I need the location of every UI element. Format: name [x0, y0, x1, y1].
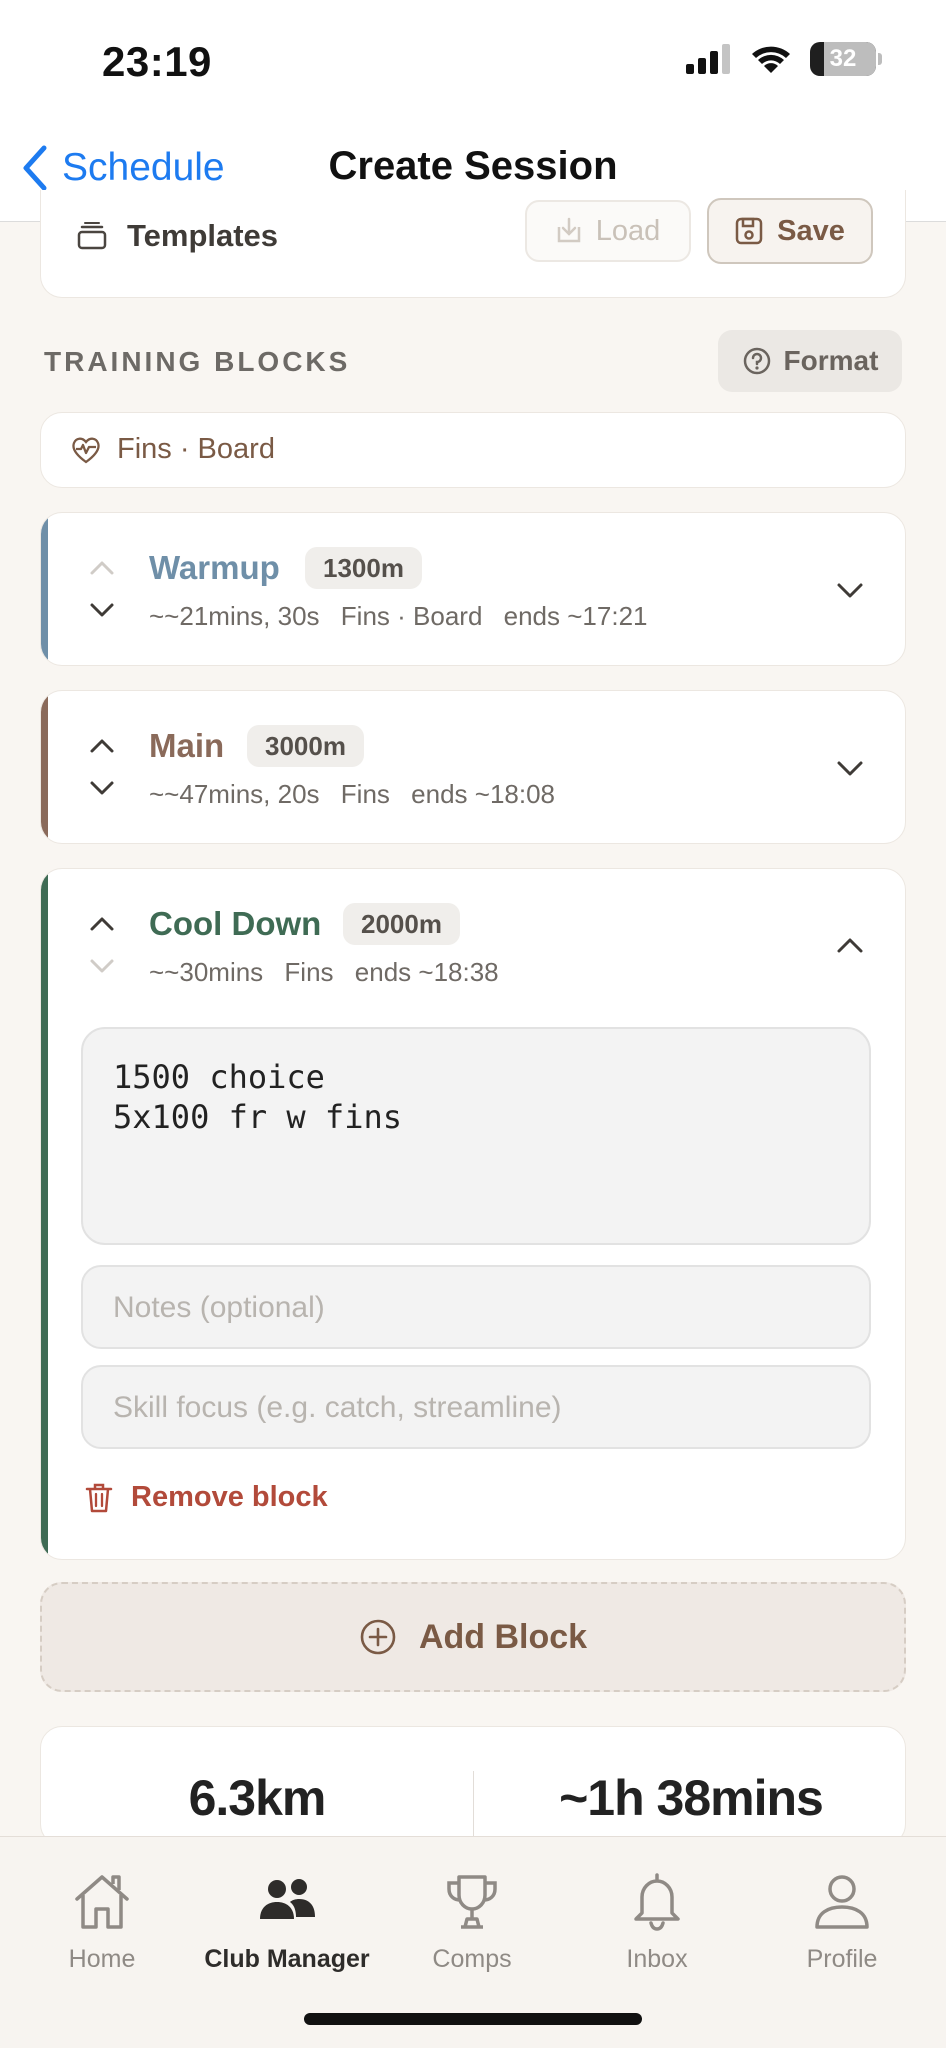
workout-textarea[interactable]: 1500 choice 5x100 fr w fins: [81, 1027, 871, 1245]
block-accent: [41, 869, 48, 1559]
tab-club-manager[interactable]: Club Manager: [197, 1869, 377, 1974]
trophy-icon: [447, 1875, 497, 1929]
block-distance-badge: 2000m: [343, 903, 460, 945]
block-cool-down[interactable]: Cool Down 2000m ~~30mins Fins ends ~18:3…: [40, 868, 906, 1560]
tab-home[interactable]: Home: [12, 1869, 192, 1974]
stack-icon: [77, 222, 107, 250]
person-icon: [815, 1875, 869, 1929]
plus-circle-icon: [360, 1619, 396, 1655]
block-duration: ~~30mins: [149, 957, 264, 987]
block-meta: ~~47mins, 20s Fins ends ~18:08: [149, 779, 569, 810]
equipment-summary-card: Fins · Board: [40, 412, 906, 488]
block-distance-badge: 3000m: [247, 725, 364, 767]
equipment-summary-row: Fins · Board: [71, 433, 275, 466]
templates-label-row: Templates: [77, 218, 278, 254]
block-meta: ~~30mins Fins ends ~18:38: [149, 957, 513, 988]
block-name: Main: [149, 727, 225, 764]
signal-icon: [686, 44, 730, 74]
load-template-button[interactable]: Load: [525, 200, 691, 262]
block-meta: ~~21mins, 30s Fins · Board ends ~17:21: [149, 601, 662, 632]
question-circle-icon: [743, 347, 770, 375]
status-bar: 23:19 32: [0, 0, 946, 126]
block-end-time: ends ~18:08: [411, 779, 556, 809]
remove-block-button[interactable]: Remove block: [85, 1481, 328, 1514]
chevron-up-icon[interactable]: [833, 929, 867, 963]
block-end-time: ends ~17:21: [503, 601, 648, 631]
block-duration: ~~47mins, 20s: [149, 779, 320, 809]
tab-label: Home: [68, 1945, 136, 1973]
block-duration: ~~21mins, 30s: [149, 601, 320, 631]
move-up-icon[interactable]: [87, 553, 117, 583]
format-help-button[interactable]: Format: [718, 330, 902, 392]
skill-focus-placeholder: Skill focus (e.g. catch, streamline): [113, 1391, 562, 1424]
floppy-disk-icon: [735, 217, 763, 245]
block-equipment: Fins: [340, 779, 390, 809]
tab-profile[interactable]: Profile: [752, 1869, 932, 1974]
block-main[interactable]: Main 3000m ~~47mins, 20s Fins ends ~18:0…: [40, 690, 906, 844]
tab-comps[interactable]: Comps: [382, 1869, 562, 1974]
add-block-label: Add Block: [418, 1617, 588, 1656]
block-equipment: Fins · Board: [340, 601, 483, 631]
total-distance: 6.3km: [188, 1770, 327, 1826]
move-up-icon[interactable]: [87, 731, 117, 761]
block-distance-badge: 1300m: [305, 547, 422, 589]
move-down-icon[interactable]: [87, 595, 117, 625]
heart-pulse-icon: [72, 437, 100, 463]
block-equipment: Fins: [284, 957, 334, 987]
home-icon: [75, 1875, 129, 1929]
workout-text: 1500 choice 5x100 fr w fins: [113, 1058, 402, 1136]
load-label: Load: [595, 214, 661, 247]
tab-label: Comps: [432, 1945, 512, 1973]
wifi-icon: [752, 46, 790, 73]
training-blocks-header: TRAINING BLOCKS: [44, 346, 351, 377]
tab-label: Inbox: [626, 1945, 688, 1973]
status-time: 23:19: [102, 38, 212, 85]
battery-level: 32: [829, 45, 857, 72]
save-template-button[interactable]: Save: [707, 198, 873, 264]
save-label: Save: [777, 214, 845, 247]
session-summary-card: 6.3km ~1h 38mins: [40, 1726, 906, 1846]
move-up-icon[interactable]: [87, 909, 117, 939]
tab-label: Club Manager: [204, 1945, 370, 1973]
tab-label: Profile: [806, 1945, 878, 1973]
add-block-button[interactable]: Add Block: [40, 1582, 906, 1692]
home-indicator: [304, 2013, 642, 2025]
trash-icon: [85, 1483, 113, 1512]
download-icon: [557, 217, 580, 243]
page-title: Create Session: [328, 144, 618, 188]
battery-icon: 32: [810, 42, 876, 76]
skill-focus-input[interactable]: Skill focus (e.g. catch, streamline): [81, 1365, 871, 1449]
block-name: Cool Down: [149, 905, 322, 942]
move-down-icon[interactable]: [87, 773, 117, 803]
battery-tip: [878, 53, 882, 65]
notes-placeholder: Notes (optional): [113, 1291, 325, 1324]
bell-icon: [634, 1873, 680, 1931]
total-duration: ~1h 38mins: [559, 1770, 824, 1826]
format-label: Format: [783, 345, 879, 376]
block-warmup[interactable]: Warmup 1300m ~~21mins, 30s Fins · Board …: [40, 512, 906, 666]
equipment-summary-text: Fins · Board: [117, 433, 275, 465]
templates-label: Templates: [127, 218, 279, 253]
tab-inbox[interactable]: Inbox: [567, 1869, 747, 1974]
notes-input[interactable]: Notes (optional): [81, 1265, 871, 1349]
block-accent: [41, 691, 48, 843]
templates-card: Templates Load Save: [40, 190, 906, 298]
block-end-time: ends ~18:38: [354, 957, 499, 987]
chevron-down-icon[interactable]: [833, 573, 867, 607]
remove-block-label: Remove block: [131, 1481, 328, 1513]
summary-divider: [473, 1771, 474, 1841]
people-icon: [260, 1879, 315, 1919]
chevron-down-icon[interactable]: [833, 751, 867, 785]
block-accent: [41, 513, 48, 665]
block-name: Warmup: [149, 549, 280, 586]
status-icons: 32: [686, 42, 882, 76]
move-down-icon[interactable]: [87, 951, 117, 981]
